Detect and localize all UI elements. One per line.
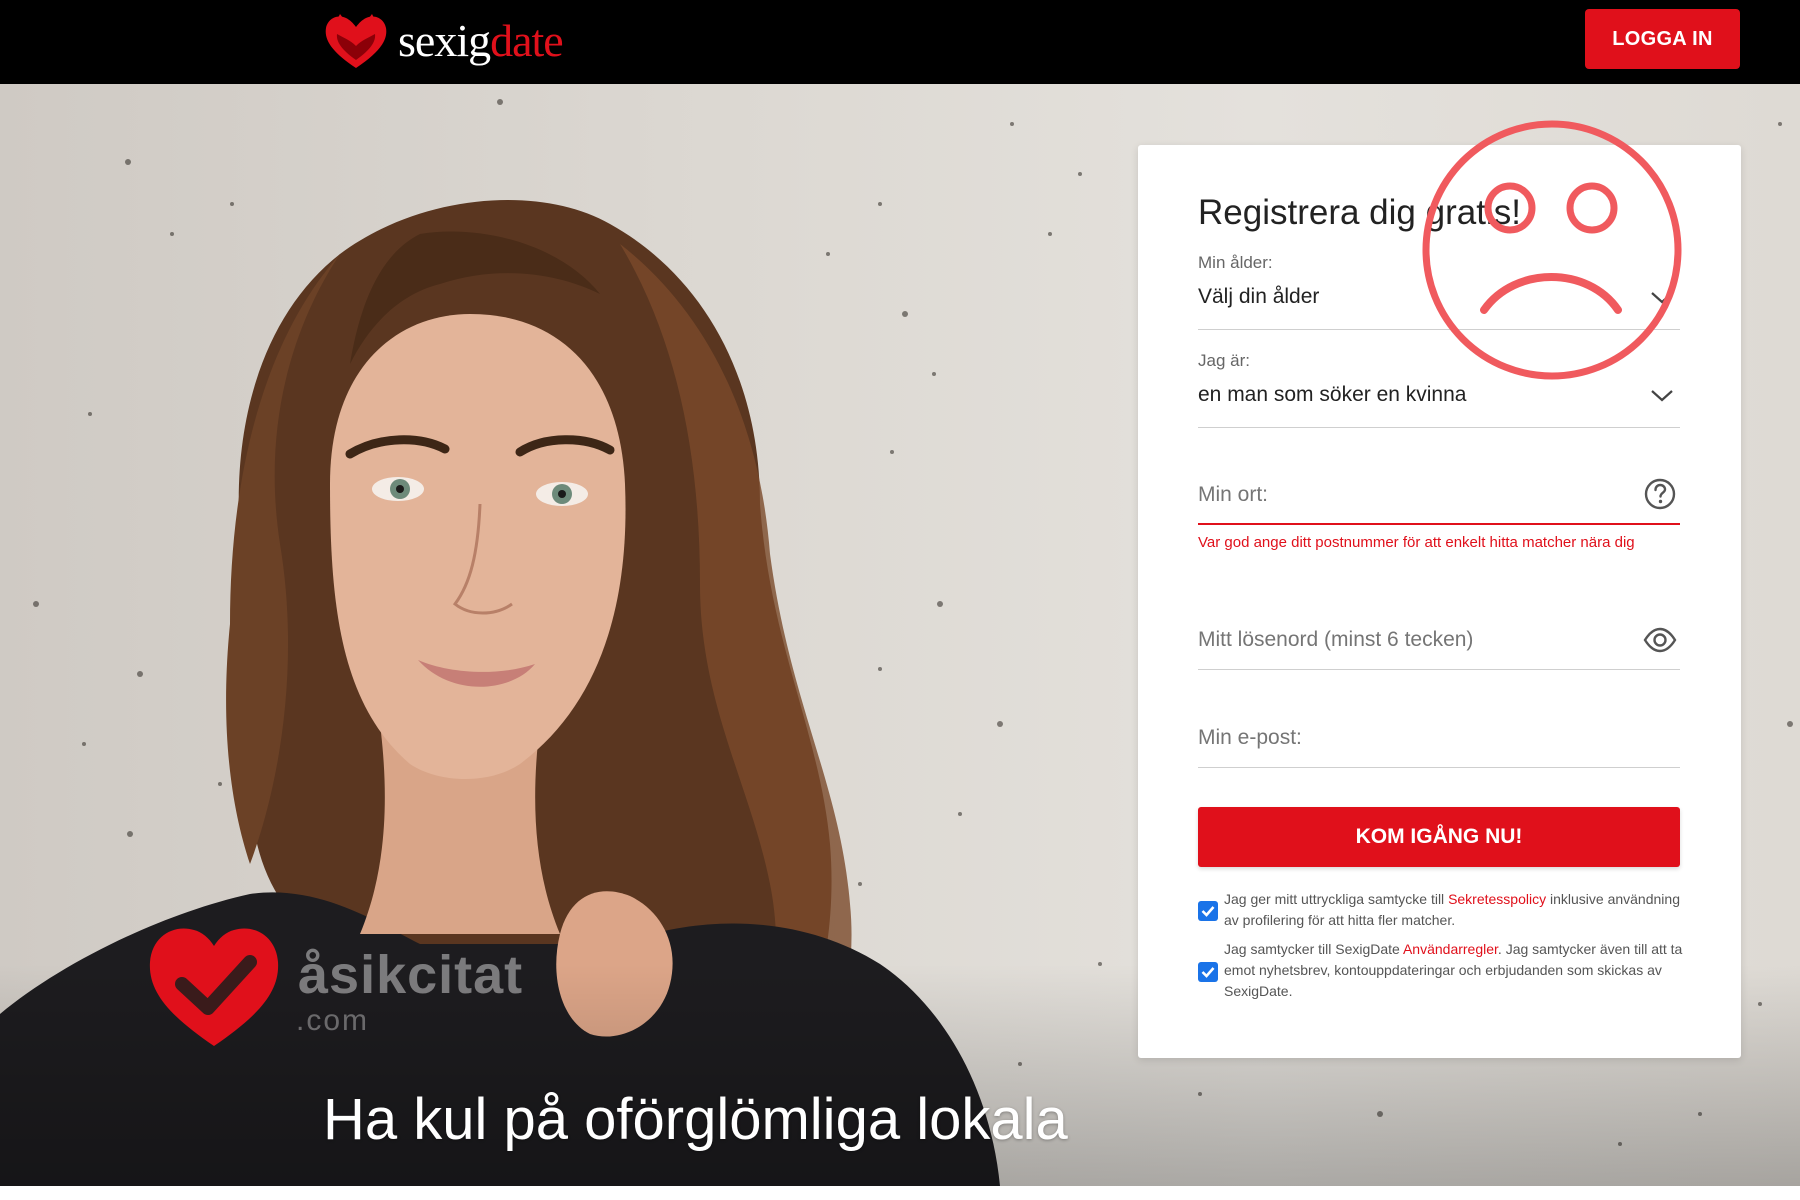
checkbox-checked-icon	[1201, 967, 1215, 978]
watermark-text: åsikcitat	[298, 945, 524, 1005]
hero-headline: Ha kul på oförglömliga lokala	[323, 1087, 1068, 1152]
heart-logo-icon	[325, 14, 387, 68]
heart-check-icon	[149, 928, 279, 1046]
get-started-button[interactable]: KOM IGÅNG NU!	[1198, 807, 1680, 867]
chevron-down-icon[interactable]	[1648, 385, 1676, 405]
city-input[interactable]: Min ort:	[1198, 483, 1268, 507]
help-circle-icon[interactable]	[1643, 477, 1677, 511]
sad-face-icon	[1422, 120, 1682, 380]
checkbox-checked-icon	[1201, 906, 1215, 917]
logo-wordmark: sexigdate	[398, 15, 564, 66]
age-select[interactable]: Välj din ålder	[1198, 285, 1319, 309]
privacy-policy-link[interactable]: Sekretesspolicy	[1448, 891, 1546, 907]
age-label: Min ålder:	[1198, 253, 1273, 272]
login-button[interactable]: LOGGA IN	[1585, 9, 1740, 69]
watermark: åsikcitat .com	[146, 922, 566, 1052]
privacy-consent-text: Jag ger mitt uttryckliga samtycke till S…	[1224, 891, 1680, 928]
watermark-subtext: .com	[296, 1004, 370, 1037]
email-underline	[1198, 767, 1680, 768]
terms-consent-text: Jag samtycker till SexigDate Användarreg…	[1224, 941, 1683, 999]
privacy-consent-checkbox[interactable]	[1198, 901, 1218, 921]
password-underline	[1198, 669, 1680, 670]
top-navigation-bar: sexigdate LOGGA IN	[0, 0, 1800, 84]
gender-underline	[1198, 427, 1680, 428]
terms-consent-checkbox[interactable]	[1198, 962, 1218, 982]
eye-icon[interactable]	[1643, 623, 1677, 657]
city-underline	[1198, 523, 1680, 525]
email-input[interactable]: Min e-post:	[1198, 726, 1302, 750]
gender-select[interactable]: en man som söker en kvinna	[1198, 383, 1466, 407]
user-rules-link[interactable]: Användarregler	[1403, 941, 1498, 957]
password-input[interactable]: Mitt lösenord (minst 6 tecken)	[1198, 628, 1473, 652]
site-logo[interactable]: sexigdate	[322, 10, 564, 72]
gender-label: Jag är:	[1198, 351, 1250, 370]
city-error-message: Var god ange ditt postnummer för att enk…	[1198, 534, 1635, 551]
